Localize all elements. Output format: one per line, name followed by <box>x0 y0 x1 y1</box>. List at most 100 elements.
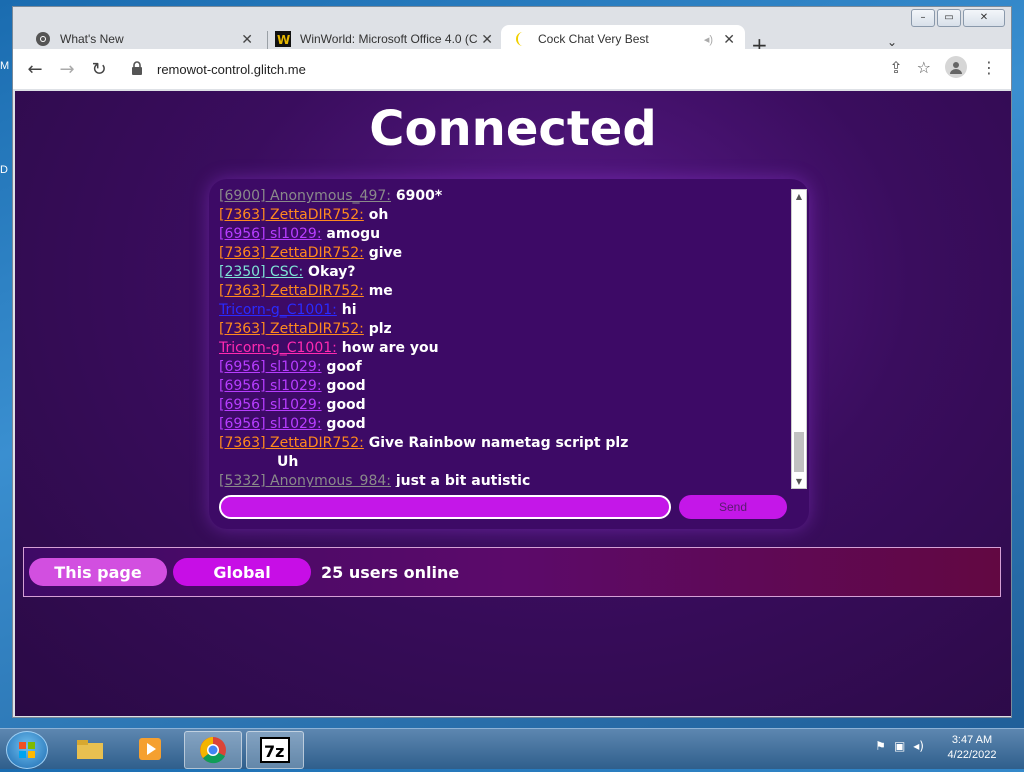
chat-username-link[interactable]: [6900] Anonymous_497: <box>219 188 391 204</box>
chat-message: [2350] CSC: Okay? <box>219 263 785 282</box>
global-button[interactable]: Global <box>173 558 311 586</box>
bookmark-star-icon[interactable]: ☆ <box>917 58 931 77</box>
chat-message: [5332] Anonymous_984: just a bit autisti… <box>219 472 785 487</box>
taskbar: 7z ⚑ ▣ ◂) 3:47 AM 4/22/2022 <box>0 728 1024 769</box>
taskbar-clock[interactable]: 3:47 AM 4/22/2022 <box>932 733 1012 763</box>
chat-username-link[interactable]: [5332] Anonymous_984: <box>219 473 391 487</box>
svg-text:W: W <box>277 33 290 47</box>
chat-username-link[interactable]: [6956] sl1029: <box>219 226 322 242</box>
chat-username-link[interactable]: [7363] ZettaDIR752: <box>219 321 364 337</box>
scrollbar-thumb[interactable] <box>794 432 804 472</box>
chat-log[interactable]: [6900] Anonymous_497: 6900* [7363] ZettaD… <box>219 187 785 487</box>
chat-username-link[interactable]: [6956] sl1029: <box>219 378 322 394</box>
chat-username-link[interactable]: [6956] sl1029: <box>219 397 322 413</box>
chat-message-text: amogu <box>326 226 381 242</box>
chat-message-text: Okay? <box>308 264 356 280</box>
message-input[interactable] <box>219 495 671 519</box>
chat-message: [7363] ZettaDIR752: plz <box>219 320 785 339</box>
clock-time: 3:47 AM <box>951 734 993 746</box>
chat-username-link[interactable]: Tricorn-g_C1001: <box>219 340 337 356</box>
browser-window: – ▭ ✕ What's New ✕ W WinWorld: Microsoft… <box>12 6 1012 718</box>
forward-button[interactable]: → <box>53 59 81 80</box>
volume-icon[interactable]: ◂) <box>913 739 924 753</box>
kebab-menu-icon[interactable]: ⋮ <box>981 58 997 77</box>
chat-username-link[interactable]: [6956] sl1029: <box>219 359 322 375</box>
toolbar-actions: ⇪ ☆ ⋮ <box>889 56 997 78</box>
chat-username-link[interactable]: [7363] ZettaDIR752: <box>219 435 364 451</box>
chat-username-link[interactable]: [7363] ZettaDIR752: <box>219 283 364 299</box>
winworld-icon: W <box>275 31 291 47</box>
close-tab-icon[interactable]: ✕ <box>241 31 253 48</box>
chat-message-text: oh <box>368 207 389 223</box>
chat-message-text: good <box>326 416 366 432</box>
chat-message: Tricorn-g_C1001: hi <box>219 301 785 320</box>
svg-text:7z: 7z <box>264 742 284 761</box>
media-player-icon[interactable] <box>122 731 178 767</box>
back-button[interactable]: ← <box>21 59 49 80</box>
profile-avatar-icon[interactable] <box>945 56 967 78</box>
network-icon[interactable]: ▣ <box>894 739 905 753</box>
chat-message: [6956] sl1029: good <box>219 415 785 434</box>
chat-message: [6956] sl1029: good <box>219 396 785 415</box>
this-page-button[interactable]: This page <box>29 558 167 586</box>
chat-message: [7363] ZettaDIR752: oh <box>219 206 785 225</box>
page-content: Connected [6900] Anonymous_497: 6900* [73… <box>15 91 1011 716</box>
file-explorer-icon[interactable] <box>62 731 118 767</box>
chat-username-link[interactable]: [7363] ZettaDIR752: <box>219 207 364 223</box>
close-tab-icon[interactable]: ✕ <box>723 31 735 48</box>
tab-search-button[interactable]: ⌄ <box>887 35 897 49</box>
chat-message-text: Uh <box>277 454 299 470</box>
system-tray: ⚑ ▣ ◂) <box>875 739 924 753</box>
chat-username-link[interactable]: [7363] ZettaDIR752: <box>219 245 364 261</box>
speaker-icon[interactable]: ◂) <box>704 33 713 46</box>
action-center-icon[interactable]: ⚑ <box>875 739 886 753</box>
chat-message: [7363] ZettaDIR752: Give Rainbow nametag… <box>219 434 785 453</box>
share-icon[interactable]: ⇪ <box>889 58 902 77</box>
tab-title: WinWorld: Microsoft Office 4.0 (C <box>300 32 478 46</box>
desktop-edge-text: M <box>0 60 10 72</box>
windows-logo-icon <box>19 742 35 758</box>
chrome-icon <box>35 31 51 47</box>
chat-username-link[interactable]: [2350] CSC: <box>219 264 303 280</box>
chat-message: Tricorn-g_C1001: how are you <box>219 339 785 358</box>
browser-toolbar: ← → ↻ remowot-control.glitch.me ⇪ ☆ ⋮ <box>13 49 1011 89</box>
chat-message-text: good <box>326 378 366 394</box>
chat-message: Uh <box>219 453 785 472</box>
send-button[interactable]: Send <box>679 495 787 519</box>
url-text: remowot-control.glitch.me <box>157 61 306 77</box>
scroll-down-icon[interactable]: ▼ <box>792 477 806 486</box>
chat-message-text: goof <box>326 359 362 375</box>
address-bar[interactable]: remowot-control.glitch.me <box>123 54 993 84</box>
scope-bar: This page Global 25 users online <box>23 547 1001 597</box>
chat-message-text: how are you <box>341 340 439 356</box>
7zip-icon[interactable]: 7z <box>246 731 304 769</box>
chat-message: [6900] Anonymous_497: 6900* <box>219 187 785 206</box>
page-title: Connected <box>369 101 657 157</box>
chat-username-link[interactable]: [6956] sl1029: <box>219 416 322 432</box>
desktop-edge-text: D <box>0 164 8 176</box>
clock-date: 4/22/2022 <box>947 749 997 761</box>
tab-title: Cock Chat Very Best <box>538 32 649 46</box>
tab-strip: What's New ✕ W WinWorld: Microsoft Offic… <box>13 17 1011 57</box>
chat-message-text: just a bit autistic <box>395 473 531 487</box>
users-online-text: 25 users online <box>321 562 460 582</box>
lock-icon <box>131 60 149 78</box>
chat-message-text: 6900* <box>395 188 443 204</box>
reload-button[interactable]: ↻ <box>85 59 113 80</box>
chat-message-text: Give Rainbow nametag script plz <box>368 435 629 451</box>
chat-message-text: good <box>326 397 366 413</box>
chat-scrollbar[interactable]: ▲ ▼ <box>791 189 807 489</box>
moon-icon <box>513 31 529 47</box>
chat-message: [7363] ZettaDIR752: give <box>219 244 785 263</box>
chrome-taskbar-icon[interactable] <box>184 731 242 769</box>
scroll-up-icon[interactable]: ▲ <box>792 192 806 201</box>
chat-message-text: me <box>368 283 393 299</box>
chat-message: [6956] sl1029: amogu <box>219 225 785 244</box>
close-tab-icon[interactable]: ✕ <box>481 31 493 48</box>
chat-message: [6956] sl1029: goof <box>219 358 785 377</box>
chat-message-text: hi <box>341 302 357 318</box>
chat-message-text: plz <box>368 321 392 337</box>
tab-separator <box>267 31 268 49</box>
chat-username-link[interactable]: Tricorn-g_C1001: <box>219 302 337 318</box>
start-button[interactable] <box>6 731 48 769</box>
